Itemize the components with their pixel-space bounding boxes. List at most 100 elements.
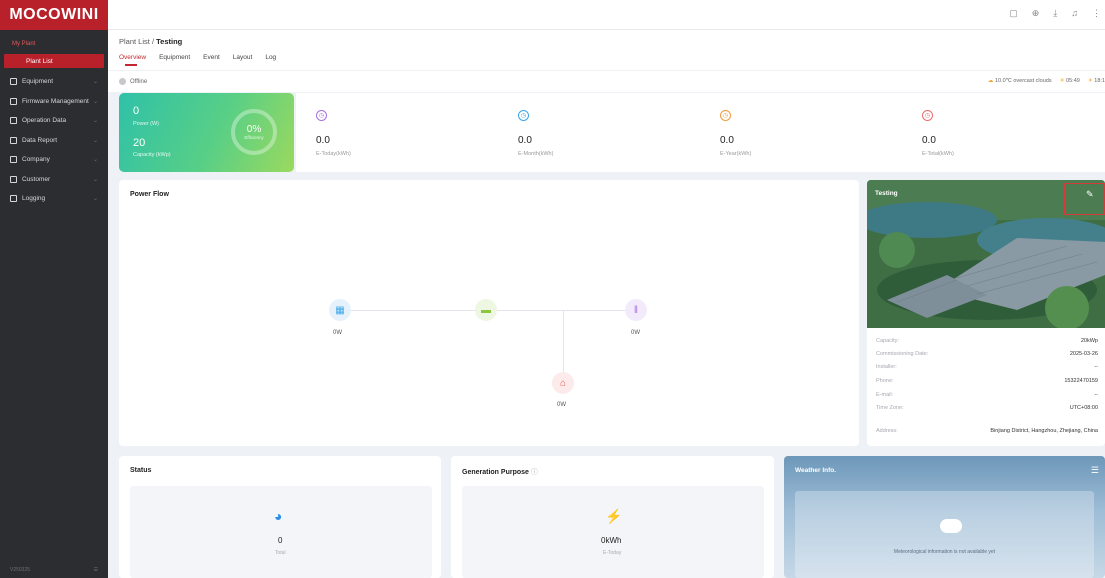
menu-section-my-plant[interactable]: My Plant: [0, 34, 108, 54]
grid-power-value: 0W: [631, 330, 640, 336]
flow-line: [563, 310, 564, 380]
user-menu-icon[interactable]: ⋮: [1092, 8, 1101, 19]
weather-empty-message: Meteorological information is not availa…: [893, 549, 996, 555]
tab-event[interactable]: Event: [203, 54, 220, 61]
power-value: 0: [133, 105, 140, 117]
energy-total-icon: ◷: [922, 110, 933, 121]
kpi-label: E-Year(kWh): [720, 151, 752, 157]
sidebar-item-label: Firmware Management: [22, 97, 89, 105]
edit-highlight: [1064, 183, 1105, 215]
sidebar: MOCOWINI My Plant Plant List Equipment ⌄…: [0, 0, 108, 578]
offline-label: Offline: [130, 78, 148, 85]
page-header: Plant List / Testing Overview Equipment …: [108, 30, 1105, 70]
efficiency-gauge: 0% Efficiency: [231, 109, 277, 155]
sidebar-item-label: Customer: [22, 175, 51, 183]
battery-icon: ▬: [475, 299, 497, 321]
plant-info-card: Testing ✎ Capacity: 20kWp Commissioning …: [867, 180, 1105, 446]
kpi-value: 0.0: [316, 135, 330, 146]
notification-bell-icon[interactable]: ♫: [1071, 8, 1078, 19]
tab-overview[interactable]: Overview: [119, 54, 146, 66]
menu-icon[interactable]: ☰: [1091, 465, 1099, 476]
sidebar-item-plant-list[interactable]: Plant List: [4, 54, 104, 68]
power-capacity-card: 0 Power (W) 20 Capacity (kWp) 0% Efficie…: [119, 93, 294, 172]
efficiency-label: Efficiency: [244, 135, 264, 140]
info-key: E-mail:: [876, 392, 894, 398]
weather-summary: 10.0℃ overcast clouds: [994, 78, 1052, 84]
logging-icon: [10, 195, 17, 203]
chevron-down-icon: ⌄: [92, 157, 98, 164]
breadcrumb-current: Testing: [156, 37, 183, 46]
customer-icon: [10, 175, 17, 183]
status-total-label: Total: [275, 550, 286, 556]
info-row-address: Address: Binjiang District, Hangzhou, Zh…: [876, 428, 1098, 434]
sunset-time: 18:1: [1094, 78, 1105, 84]
kpi-label: E-Total(kWh): [922, 151, 954, 157]
chevron-down-icon: ⌄: [92, 137, 98, 144]
info-value: --: [1094, 392, 1098, 398]
kpi-e-today: ◷ 0.0 E-Today(kWh): [296, 93, 498, 172]
report-icon: [10, 136, 17, 144]
kpi-e-year: ◷ 0.0 E-Year(kWh): [700, 93, 902, 172]
generation-tower-icon: ⚡: [605, 508, 623, 524]
top-bar: ▢ ⊕ ⤓ ♫ ⋮: [108, 0, 1105, 30]
sidebar-item-company[interactable]: Company ⌄: [0, 150, 108, 170]
info-key: Address:: [876, 428, 898, 434]
sidebar-item-logging[interactable]: Logging ⌄: [0, 189, 108, 209]
edit-icon[interactable]: ✎: [1086, 189, 1094, 200]
sidebar-item-data-report[interactable]: Data Report ⌄: [0, 131, 108, 151]
capacity-value: 20: [133, 137, 146, 149]
status-dot-icon: [119, 78, 126, 85]
info-value: UTC+08:00: [1069, 405, 1098, 411]
info-key: Commissioning Date:: [876, 351, 929, 357]
breadcrumb-plant-list[interactable]: Plant List: [119, 37, 150, 46]
load-power-value: 0W: [557, 402, 566, 408]
language-icon[interactable]: ⊕: [1032, 8, 1040, 19]
sidebar-item-firmware-management[interactable]: Firmware Management ⌄: [0, 92, 108, 112]
kpi-value: 0.0: [922, 135, 936, 146]
firmware-icon: [10, 97, 17, 105]
info-row-phone: Phone: 15322470159: [876, 378, 1098, 384]
download-icon[interactable]: ⤓: [1053, 8, 1057, 19]
info-row-commissioning-date: Commissioning Date: 2025-03-26: [876, 351, 1098, 357]
status-total-value: 0: [278, 536, 283, 545]
capacity-label: Capacity (kWp): [133, 152, 171, 158]
sunset-icon: ☀: [1087, 78, 1093, 84]
energy-month-icon: ◷: [518, 110, 529, 121]
cloud-icon: [940, 519, 962, 533]
generation-panel: ⚡ 0kWh E-Today: [462, 486, 764, 578]
power-label: Power (W): [133, 121, 159, 127]
sidebar-item-label: Data Report: [22, 136, 58, 144]
info-key: Phone:: [876, 378, 894, 384]
tab-equipment[interactable]: Equipment: [159, 54, 190, 61]
weather-strip: ☁ 10.0℃ overcast clouds ☀ 05:49 ☀ 18:1: [988, 78, 1105, 84]
collapse-sidebar-icon[interactable]: ☰: [94, 567, 98, 573]
pie-chart-icon: ◕: [274, 508, 283, 524]
tab-layout[interactable]: Layout: [233, 54, 253, 61]
info-value: 20kWp: [1080, 338, 1098, 344]
help-icon[interactable]: ⓘ: [531, 469, 538, 476]
tab-bar: Overview Equipment Event Layout Log: [119, 54, 276, 66]
info-value: 15322470159: [1064, 378, 1098, 384]
tab-log[interactable]: Log: [265, 54, 276, 61]
info-row-email: E-mail: --: [876, 392, 1098, 398]
plant-name: Testing: [875, 190, 898, 197]
info-value: --: [1094, 364, 1098, 370]
sunrise-icon: ☀: [1059, 78, 1065, 84]
generation-card-title: Generation Purpose ⓘ: [462, 467, 538, 477]
sidebar-item-equipment[interactable]: Equipment ⌄: [0, 72, 108, 92]
energy-year-icon: ◷: [720, 110, 731, 121]
sidebar-section-label: My Plant: [12, 41, 36, 47]
power-flow-title: Power Flow: [130, 191, 169, 198]
breadcrumb: Plant List / Testing: [119, 37, 182, 46]
chevron-down-icon: ⌄: [92, 98, 98, 105]
chevron-down-icon: ⌄: [92, 79, 98, 86]
cloud-icon: ☁: [987, 78, 994, 84]
sidebar-item-operation-data[interactable]: Operation Data ⌄: [0, 111, 108, 131]
energy-today-icon: ◷: [316, 110, 327, 121]
fullscreen-icon[interactable]: ▢: [1009, 8, 1018, 19]
solar-panel-icon: ▦: [329, 299, 351, 321]
efficiency-value: 0%: [246, 124, 262, 135]
chevron-down-icon: ⌄: [92, 176, 98, 183]
sidebar-item-label: Plant List: [26, 57, 53, 65]
sidebar-item-customer[interactable]: Customer ⌄: [0, 170, 108, 190]
